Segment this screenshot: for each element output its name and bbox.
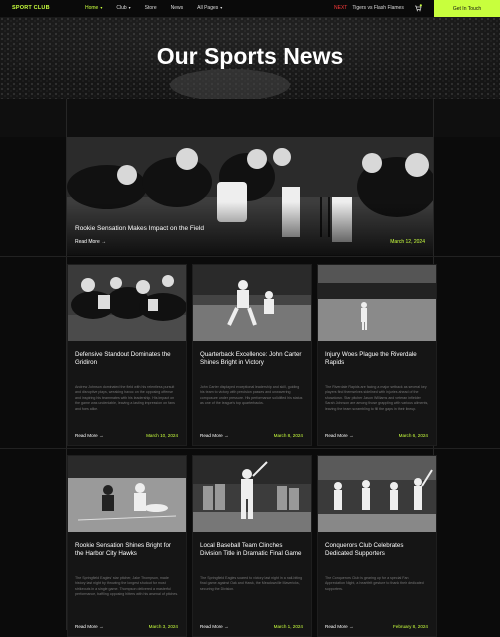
read-more-label: Read More xyxy=(75,239,100,245)
card-date: March 3, 2024 xyxy=(148,624,178,629)
news-card[interactable]: Rookie Sensation Shines Bright for the H… xyxy=(67,455,187,637)
read-more-label: Read More xyxy=(75,624,98,629)
card-excerpt: The Springfield Eagles soared to victory… xyxy=(200,576,303,591)
read-more-label: Read More xyxy=(75,433,98,438)
card-excerpt: John Carter displayed exceptional leader… xyxy=(200,385,303,406)
news-card[interactable]: Local Baseball Team Clinches Division Ti… xyxy=(192,455,312,637)
main-menu: Home ▾ Club ▾ Store News All Pages ▾ xyxy=(85,5,222,11)
card-image-baseball-slide xyxy=(68,456,186,532)
read-more-link[interactable]: Read More → xyxy=(325,433,354,438)
read-more-label: Read More xyxy=(200,433,223,438)
card-image-batter xyxy=(193,456,311,532)
chevron-down-icon: ▾ xyxy=(128,5,131,10)
card-date: March 6, 2024 xyxy=(398,433,428,438)
card-date: February 8, 2024 xyxy=(393,624,428,629)
read-more-label: Read More xyxy=(200,624,223,629)
divider xyxy=(0,448,500,449)
card-title[interactable]: Rookie Sensation Shines Bright for the H… xyxy=(75,542,179,558)
featured-football-image xyxy=(67,137,433,255)
nav-item-label: Club xyxy=(116,5,127,11)
page-title: Our Sports News xyxy=(156,43,344,69)
next-tag: NEXT xyxy=(334,5,348,11)
nav-item-label: News xyxy=(170,5,184,11)
arrow-right-icon: → xyxy=(224,433,229,438)
card-title[interactable]: Local Baseball Team Clinches Division Ti… xyxy=(200,542,304,558)
news-card[interactable]: Defensive Standout Dominates the Gridiro… xyxy=(67,264,187,446)
featured-title[interactable]: Rookie Sensation Makes Impact on the Fie… xyxy=(75,225,204,232)
nav-item-club[interactable]: Club ▾ xyxy=(116,5,130,11)
nav-item-news[interactable]: News xyxy=(171,5,184,11)
arrow-right-icon: → xyxy=(349,433,354,438)
card-excerpt: Andrew Johnson dominated the field with … xyxy=(75,385,175,411)
card-title[interactable]: Defensive Standout Dominates the Gridiro… xyxy=(75,351,179,367)
news-card[interactable]: Conquerors Club Celebrates Dedicated Sup… xyxy=(317,455,437,637)
card-title[interactable]: Injury Woes Plague the Riverdale Rapids xyxy=(325,351,429,367)
featured-read-more-link[interactable]: Read More → xyxy=(75,239,106,245)
card-image-football-pileup xyxy=(68,265,186,341)
card-date: March 1, 2024 xyxy=(273,624,303,629)
hero-banner: Our Sports News xyxy=(0,17,500,99)
divider xyxy=(0,256,500,257)
card-image-baseball-stadium xyxy=(318,265,436,341)
arrow-right-icon: → xyxy=(224,624,229,629)
next-match-ticker[interactable]: NEXT Tigers vs Flash Flames xyxy=(334,5,404,11)
read-more-label: Read More xyxy=(325,624,348,629)
top-navbar: SPORT CLUB Home ▾ Club ▾ Store News All Pa… xyxy=(0,0,500,17)
card-excerpt: The Conquerors Club is gearing up for a … xyxy=(325,576,424,591)
read-more-link[interactable]: Read More → xyxy=(75,433,104,438)
read-more-link[interactable]: Read More → xyxy=(75,624,104,629)
news-card[interactable]: Injury Woes Plague the Riverdale Rapids … xyxy=(317,264,437,446)
featured-date: March 12, 2024 xyxy=(390,239,425,245)
chevron-down-icon: ▾ xyxy=(220,5,223,10)
read-more-link[interactable]: Read More → xyxy=(200,624,229,629)
card-image-team-celebration xyxy=(318,456,436,532)
cart-icon[interactable] xyxy=(414,4,422,12)
news-card[interactable]: Quarterback Excellence: John Carter Shin… xyxy=(192,264,312,446)
card-title[interactable]: Conquerors Club Celebrates Dedicated Sup… xyxy=(325,542,429,558)
arrow-right-icon: → xyxy=(99,624,104,629)
nav-item-label: All Pages xyxy=(197,5,219,11)
card-excerpt: The Riverdale Rapids are facing a major … xyxy=(325,385,429,411)
card-image-quarterback xyxy=(193,265,311,341)
card-title[interactable]: Quarterback Excellence: John Carter Shin… xyxy=(200,351,304,367)
card-excerpt: The Springfield Eagles' star pitcher, Ja… xyxy=(75,576,179,597)
nav-item-home[interactable]: Home ▾ xyxy=(85,5,102,11)
card-date: March 8, 2024 xyxy=(273,433,303,438)
arrow-right-icon: → xyxy=(99,433,104,438)
arrow-right-icon: → xyxy=(349,624,354,629)
chevron-down-icon: ▾ xyxy=(100,5,103,10)
card-date: March 10, 2024 xyxy=(146,433,178,438)
next-match-text: Tigers vs Flash Flames xyxy=(352,5,404,11)
arrow-right-icon: → xyxy=(101,239,107,245)
brand-logo[interactable]: SPORT CLUB xyxy=(12,5,50,11)
read-more-link[interactable]: Read More → xyxy=(200,433,229,438)
read-more-link[interactable]: Read More → xyxy=(325,624,354,629)
featured-article[interactable]: Rookie Sensation Makes Impact on the Fie… xyxy=(67,137,433,255)
nav-item-label: Home xyxy=(85,5,99,11)
nav-item-label: Store xyxy=(144,5,157,11)
get-in-touch-button[interactable]: Get In Touch xyxy=(434,0,500,17)
nav-item-all-pages[interactable]: All Pages ▾ xyxy=(197,5,222,11)
nav-item-store[interactable]: Store xyxy=(145,5,157,11)
read-more-label: Read More xyxy=(325,433,348,438)
